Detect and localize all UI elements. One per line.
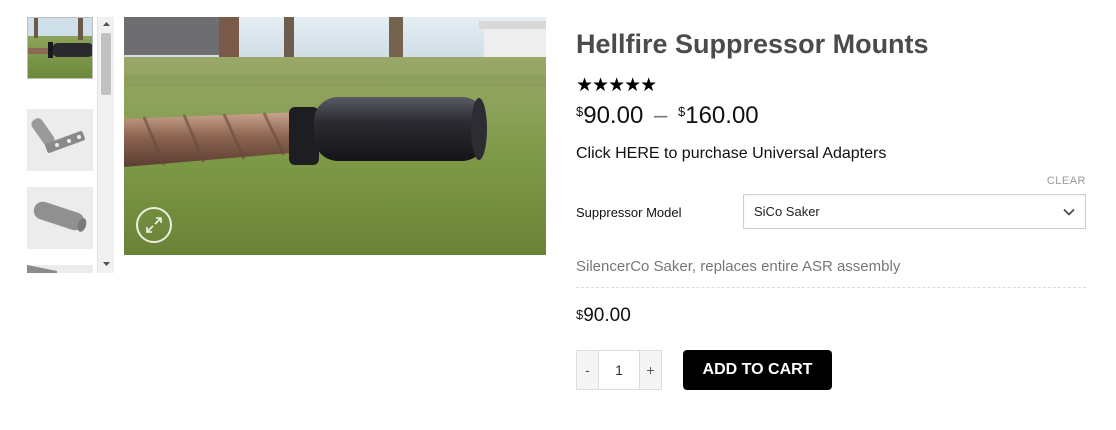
quantity-increase-button[interactable]: + <box>639 350 662 390</box>
thumbnail-3[interactable] <box>27 187 93 249</box>
divider <box>576 287 1086 288</box>
zoom-button[interactable] <box>136 207 172 243</box>
quantity-stepper: - 1 + <box>576 350 662 390</box>
add-to-cart-button[interactable]: ADD TO CART <box>683 350 832 390</box>
variation-price: $90.00 <box>576 305 631 327</box>
universal-adapters-link[interactable]: Click HERE to purchase Universal Adapter… <box>576 145 886 163</box>
thumbnail-strip <box>26 17 98 273</box>
quantity-decrease-button[interactable]: - <box>576 350 599 390</box>
thumbnail-4[interactable] <box>27 265 93 273</box>
thumbnail-2[interactable] <box>27 109 93 171</box>
price-min: 90.00 <box>583 102 644 129</box>
main-product-image[interactable] <box>124 17 546 255</box>
scrollbar-thumb[interactable] <box>101 33 111 95</box>
variation-price-value: 90.00 <box>583 305 631 326</box>
scroll-down-arrow-icon[interactable] <box>98 257 114 271</box>
selected-model-value: SiCo Saker <box>754 204 820 219</box>
product-title: Hellfire Suppressor Mounts <box>576 29 929 59</box>
thumbnail-scrollbar[interactable] <box>97 17 114 273</box>
suppressor-model-select[interactable]: SiCo Saker <box>743 194 1086 229</box>
currency-symbol: $ <box>576 307 584 322</box>
expand-icon <box>146 217 162 233</box>
currency-symbol: $ <box>576 104 584 119</box>
price-max: 160.00 <box>685 102 759 129</box>
variation-description: SilencerCo Saker, replaces entire ASR as… <box>576 258 901 275</box>
suppressor-model-label: Suppressor Model <box>576 205 682 220</box>
quantity-input[interactable]: 1 <box>599 350 639 390</box>
thumbnail-1[interactable] <box>27 17 93 79</box>
price-separator: – <box>653 102 668 129</box>
currency-symbol: $ <box>678 104 686 119</box>
chevron-down-icon <box>1063 208 1075 216</box>
scroll-up-arrow-icon[interactable] <box>98 17 114 31</box>
product-photo <box>124 17 546 255</box>
price-range: $90.00 – $160.00 <box>576 102 759 130</box>
clear-selection-link[interactable]: CLEAR <box>1047 175 1086 187</box>
rating-stars[interactable]: ★★★★★ <box>576 74 657 97</box>
